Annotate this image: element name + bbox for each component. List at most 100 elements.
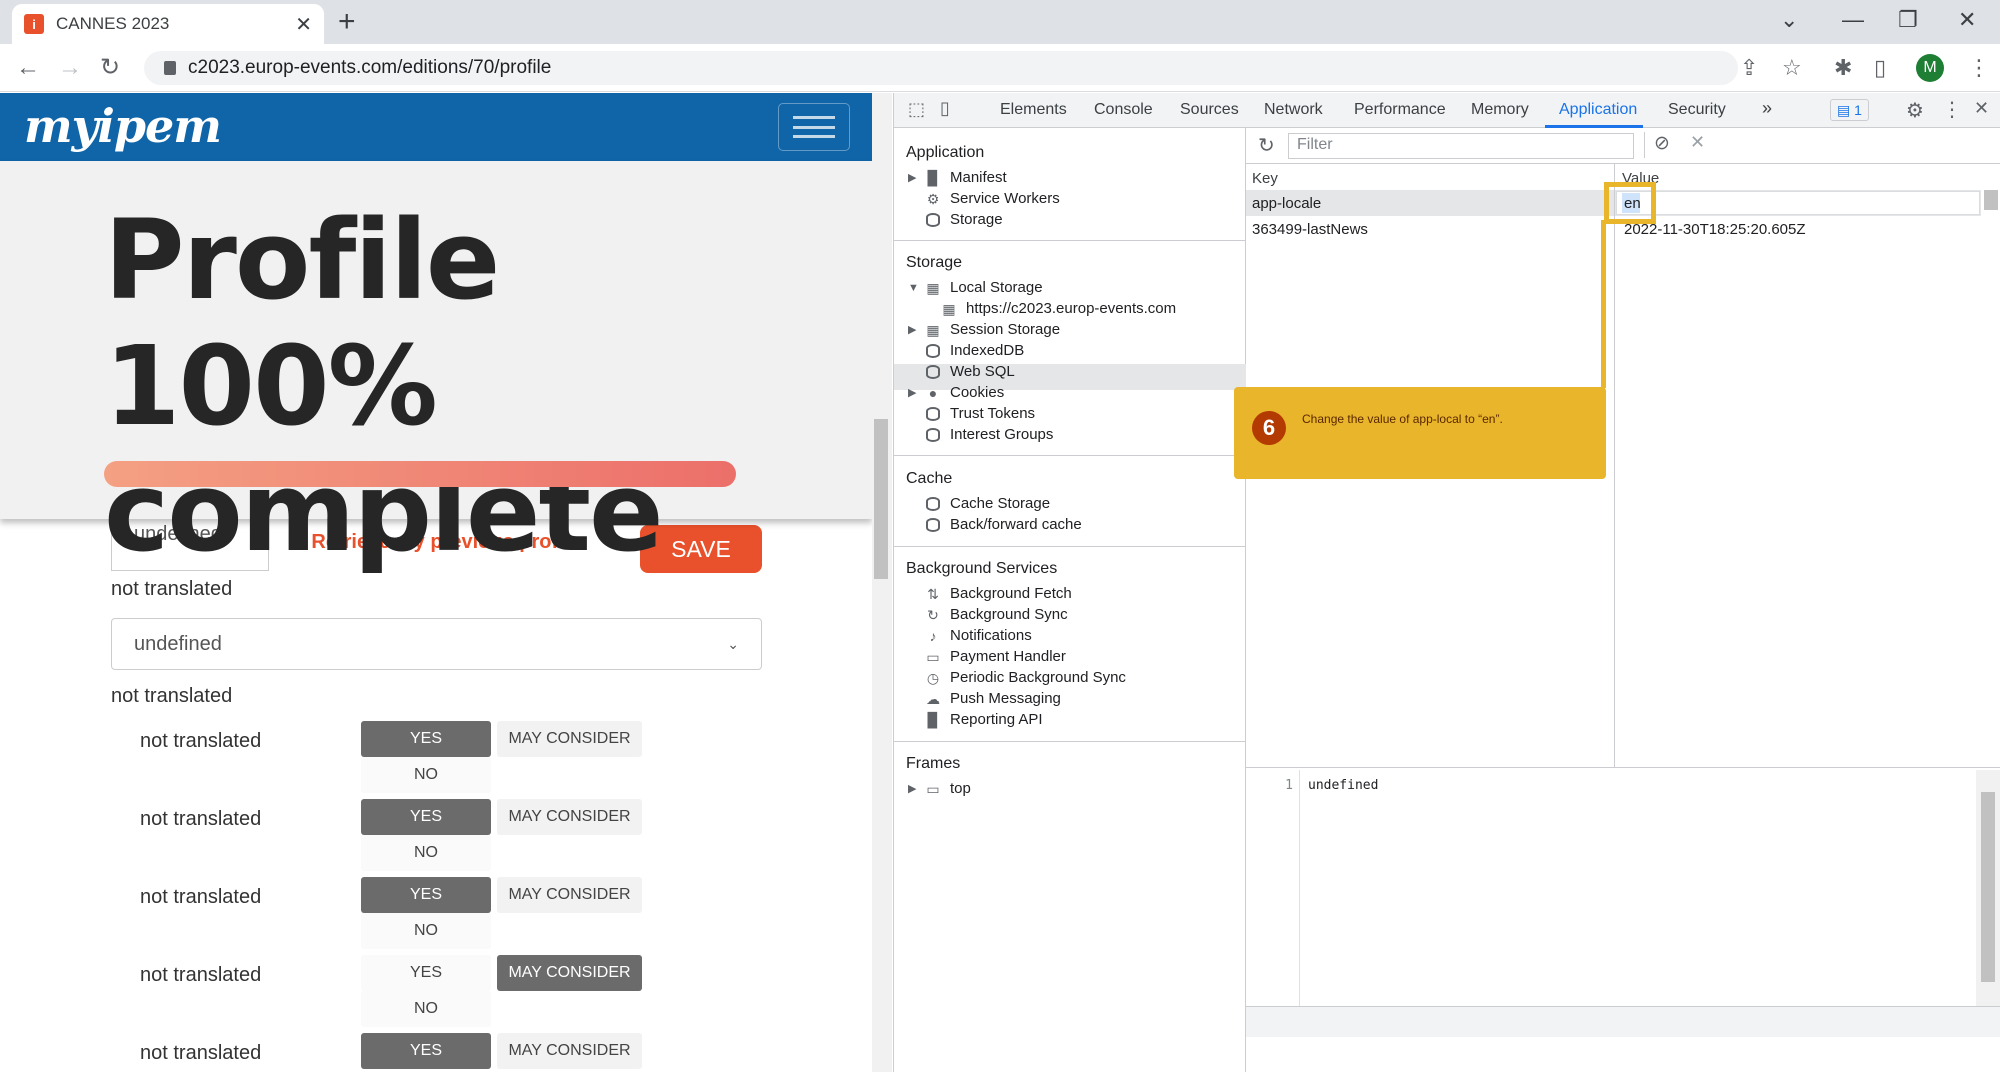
extensions-icon[interactable]: ✱ — [1834, 55, 1852, 81]
page-scrollbar[interactable] — [872, 93, 892, 1072]
new-tab-button[interactable]: + — [338, 6, 356, 38]
minimize-button[interactable]: — — [1842, 4, 1864, 36]
table-cell-key[interactable]: 363499-lastNews — [1252, 221, 1368, 238]
profile-completion-banner: Profile 100% complete — [0, 161, 872, 575]
reload-icon[interactable]: ↻ — [100, 52, 120, 84]
sidebar-item-label: https://c2023.europ-events.com — [966, 300, 1177, 317]
myipem-logo[interactable]: myipem — [24, 99, 222, 153]
tab-sources[interactable]: Sources — [1180, 101, 1239, 119]
close-devtools-icon[interactable]: ✕ — [1974, 98, 1989, 119]
line-number-gutter: 1 — [1246, 770, 1300, 1006]
sidebar-item-manifest[interactable]: ▶ ▉ Manifest — [908, 169, 1007, 186]
bookmark-star-icon[interactable]: ☆ — [1782, 55, 1802, 81]
back-arrow-icon[interactable]: ← — [16, 52, 40, 84]
forward-arrow-icon[interactable]: → — [58, 52, 82, 84]
preview-scrollbar[interactable] — [1976, 770, 2000, 1006]
may-consider-option[interactable]: MAY CONSIDER — [497, 955, 642, 991]
field-label: not translated — [111, 685, 233, 707]
collapse-triangle-icon: ▼ — [908, 281, 919, 294]
yes-option[interactable]: YES — [361, 955, 491, 991]
sidebar-item-service-workers[interactable]: ⚙ Service Workers — [926, 190, 1060, 207]
may-consider-option[interactable]: MAY CONSIDER — [497, 799, 642, 835]
profile-avatar[interactable]: M — [1916, 54, 1944, 82]
yes-option[interactable]: YES — [361, 799, 491, 835]
key-column-header[interactable]: Key — [1252, 170, 1278, 187]
address-bar[interactable]: c2023.europ-events.com/editions/70/profi… — [144, 51, 1738, 85]
sidebar-item-web-sql[interactable]: Web SQL — [926, 363, 1015, 380]
sidebar-item-push-messaging[interactable]: ☁ Push Messaging — [926, 690, 1061, 707]
no-option[interactable]: NO — [361, 913, 491, 949]
yes-option[interactable]: YES — [361, 877, 491, 913]
may-consider-option[interactable]: MAY CONSIDER — [497, 877, 642, 913]
tab-search-icon[interactable]: ⌄ — [1780, 4, 1798, 36]
inspect-element-icon[interactable]: ⬚ — [908, 99, 925, 120]
delete-selected-icon[interactable]: ✕ — [1690, 132, 1705, 153]
sidebar-item-interest-groups[interactable]: Interest Groups — [926, 426, 1053, 443]
yes-option[interactable]: YES — [361, 1033, 491, 1069]
sidebar-item-local-storage-origin[interactable]: ▦ https://c2023.europ-events.com — [942, 300, 1176, 317]
sidebar-item-payment-handler[interactable]: ▭ Payment Handler — [926, 648, 1066, 665]
sidebar-item-periodic-background-sync[interactable]: ◷ Periodic Background Sync — [926, 669, 1126, 686]
tab-performance[interactable]: Performance — [1354, 101, 1446, 119]
share-icon[interactable]: ⇪ — [1740, 55, 1758, 81]
side-panel-icon[interactable]: ▯ — [1874, 55, 1886, 81]
question-label: not translated — [140, 964, 262, 986]
yes-option[interactable]: YES — [361, 721, 491, 757]
divider — [894, 455, 1246, 456]
tab-security[interactable]: Security — [1668, 101, 1726, 119]
column-divider[interactable] — [1614, 164, 1615, 768]
sidebar-item-indexeddb[interactable]: IndexedDB — [926, 342, 1024, 359]
filter-input[interactable]: Filter — [1288, 133, 1634, 159]
no-option[interactable]: NO — [361, 991, 491, 1027]
tab-network[interactable]: Network — [1264, 101, 1323, 119]
sidebar-item-label: Reporting API — [950, 711, 1043, 728]
clear-all-icon[interactable]: ⊘ — [1654, 132, 1670, 155]
devtools-menu-icon[interactable]: ⋮ — [1942, 97, 1962, 122]
divider — [894, 240, 1246, 241]
tab-memory[interactable]: Memory — [1471, 101, 1529, 119]
no-option[interactable]: NO — [361, 835, 491, 871]
settings-gear-icon[interactable]: ⚙ — [1906, 98, 1924, 123]
refresh-icon[interactable]: ↻ — [1258, 133, 1275, 158]
tab-application[interactable]: Application — [1559, 101, 1637, 119]
profile-select[interactable]: undefined ⌄ — [111, 618, 762, 670]
devtools-status-bar — [1246, 1006, 2000, 1037]
browser-menu-icon[interactable]: ⋮ — [1968, 55, 1990, 81]
sidebar-item-session-storage[interactable]: ▶ ▦ Session Storage — [908, 321, 1060, 338]
browser-tab[interactable]: i CANNES 2023 ✕ — [12, 4, 324, 44]
sidebar-item-notifications[interactable]: ♪ Notifications — [926, 627, 1032, 644]
table-icon: ▦ — [926, 321, 940, 338]
no-option[interactable]: NO — [361, 757, 491, 793]
divider — [894, 741, 1246, 742]
sidebar-item-background-fetch[interactable]: ⇅ Background Fetch — [926, 585, 1072, 602]
hamburger-menu-icon[interactable] — [778, 103, 850, 151]
expand-triangle-icon: ▶ — [908, 387, 917, 399]
sidebar-item-cookies[interactable]: ▶ ● Cookies — [908, 384, 1004, 401]
scrollbar-thumb[interactable] — [874, 419, 888, 579]
tab-elements[interactable]: Elements — [1000, 101, 1067, 119]
table-cell-key[interactable]: app-locale — [1252, 195, 1321, 212]
may-consider-option[interactable]: MAY CONSIDER — [497, 1033, 642, 1069]
database-icon — [926, 427, 940, 442]
sidebar-item-frame-top[interactable]: ▶ ▭ top — [908, 780, 971, 797]
sidebar-item-reporting-api[interactable]: ▉ Reporting API — [926, 711, 1043, 728]
table-scrollbar-thumb[interactable] — [1984, 190, 1998, 210]
value-edit-field[interactable] — [1616, 191, 1980, 215]
sidebar-item-background-sync[interactable]: ↻ Background Sync — [926, 606, 1067, 623]
tab-close-icon[interactable]: ✕ — [295, 12, 312, 37]
issues-badge[interactable]: ▤ 1 — [1830, 99, 1869, 121]
sidebar-item-trust-tokens[interactable]: Trust Tokens — [926, 405, 1035, 422]
scrollbar-thumb[interactable] — [1981, 792, 1995, 982]
device-toggle-icon[interactable]: ▯ — [940, 98, 950, 119]
sidebar-item-storage[interactable]: Storage — [926, 211, 1003, 228]
may-consider-option[interactable]: MAY CONSIDER — [497, 721, 642, 757]
restore-button[interactable]: ❐ — [1898, 4, 1918, 36]
more-tabs-icon[interactable]: » — [1762, 98, 1772, 119]
question-label: not translated — [140, 886, 262, 908]
sidebar-item-cache-storage[interactable]: Cache Storage — [926, 495, 1050, 512]
close-window-button[interactable]: ✕ — [1958, 4, 1976, 36]
tab-console[interactable]: Console — [1094, 101, 1153, 119]
sidebar-item-local-storage[interactable]: ▼ ▦ Local Storage — [908, 279, 1043, 296]
sidebar-item-label: Service Workers — [950, 190, 1060, 207]
sidebar-item-back-forward-cache[interactable]: Back/forward cache — [926, 516, 1082, 533]
